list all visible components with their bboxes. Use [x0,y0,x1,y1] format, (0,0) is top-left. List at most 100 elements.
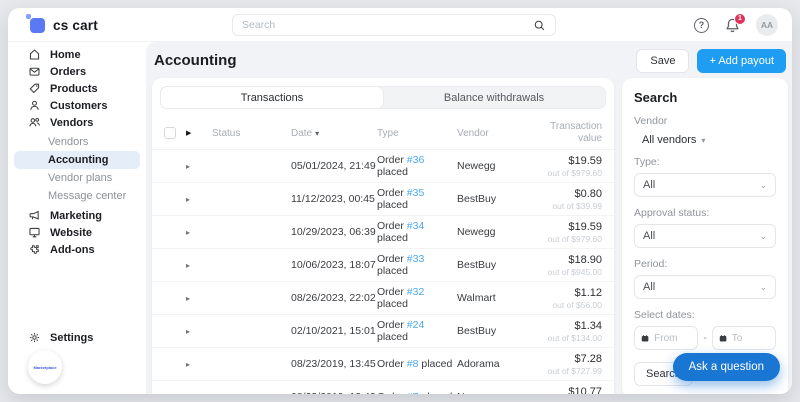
topbar-actions: ? 1 AA [694,8,778,42]
cell-date: 10/29/2023, 06:39 [291,226,377,238]
cell-type: Order #24 placed [377,319,457,343]
notifications-button[interactable]: 1 [724,17,741,34]
add-payout-button[interactable]: + Add payout [697,49,786,73]
col-transaction-value: Transactionvalue [550,121,602,146]
cell-value: $18.90out of $945.00 [548,254,602,277]
tab-bar: Transactions Balance withdrawals [160,86,606,109]
cell-date: 08/23/2019, 13:45 [291,358,377,370]
cell-type: Order #34 placed [377,220,457,244]
customers-icon [28,99,41,112]
chevron-down-icon: ▾ [701,136,705,145]
admin-window: cs cart ? 1 AA Home [8,8,792,394]
date-to-input[interactable] [732,333,769,344]
marketplace-edition-badge: Marketplace [28,350,62,384]
select-dates-label: Select dates: [634,309,776,321]
cell-type: Order #32 placed [377,286,457,310]
sidebar-item-vendors-sub[interactable]: Vendors [14,133,140,151]
cell-type: Order #35 placed [377,187,457,211]
period-label: Period: [634,258,776,270]
order-link[interactable]: #35 [407,187,425,199]
sidebar-item-vendor-plans[interactable]: Vendor plans [14,169,140,187]
chevron-down-icon: ⌄ [759,231,767,242]
global-search-input[interactable] [242,19,533,31]
cell-vendor: Newegg [457,391,522,394]
col-date[interactable]: Date▾ [291,128,377,139]
tab-transactions[interactable]: Transactions [161,87,383,108]
date-from-field[interactable] [634,326,698,350]
row-expand-icon[interactable]: ▸ [186,195,212,204]
help-icon[interactable]: ? [694,18,709,33]
cell-type: Order #7 placed [377,391,457,394]
sidebar-item-addons[interactable]: Add-ons [8,241,146,258]
sidebar-item-vendors[interactable]: Vendors [8,114,146,131]
global-search[interactable] [232,14,556,36]
sidebar: Home Orders Products Customers Vendors V… [8,42,146,394]
cell-value: $19.59out of $979.60 [548,155,602,178]
order-link[interactable]: #36 [407,154,425,166]
date-from-input[interactable] [654,333,691,344]
row-expand-icon[interactable]: ▸ [186,294,212,303]
sidebar-item-marketing[interactable]: Marketing [8,207,146,224]
main-content: Accounting Save + Add payout Transaction… [146,42,792,394]
table-row[interactable]: ▸ 10/29/2023, 06:39 Order #34 placed New… [152,215,614,248]
sidebar-item-message-center[interactable]: Message center [14,187,140,205]
calendar-icon [719,333,727,344]
cell-value: $0.80out of $39.99 [552,188,602,211]
addons-icon [28,243,41,256]
sidebar-item-settings[interactable]: Settings [8,329,146,346]
approval-status-select[interactable]: All ⌄ [634,224,776,248]
avatar[interactable]: AA [756,14,778,36]
chevron-down-icon: ⌄ [759,180,767,191]
table-row[interactable]: ▸ 08/23/2019, 13:45 Order #8 placed Ador… [152,347,614,380]
row-expand-icon[interactable]: ▸ [186,228,212,237]
vendor-label: Vendor [634,115,776,127]
sidebar-item-home[interactable]: Home [8,46,146,63]
period-select[interactable]: All ⌄ [634,275,776,299]
order-link[interactable]: #34 [407,220,425,232]
order-link[interactable]: #24 [407,319,425,331]
order-link[interactable]: #7 [407,391,419,394]
table-row[interactable]: ▸ 02/10/2021, 15:01 Order #24 placed Bes… [152,314,614,347]
row-expand-icon[interactable]: ▸ [186,261,212,270]
sidebar-item-orders[interactable]: Orders [8,63,146,80]
table-row[interactable]: ▸ 08/26/2023, 22:02 Order #32 placed Wal… [152,281,614,314]
sidebar-item-products[interactable]: Products [8,80,146,97]
order-link[interactable]: #32 [407,286,425,298]
search-icon [533,19,546,32]
website-icon [28,226,41,239]
table-row[interactable]: ▸ 10/06/2023, 18:07 Order #33 placed Bes… [152,248,614,281]
sidebar-item-customers[interactable]: Customers [8,97,146,114]
cell-value: $1.34out of $134.00 [548,320,602,343]
calendar-icon [641,333,649,344]
order-link[interactable]: #8 [407,358,419,370]
table-row[interactable]: ▸ 08/23/2019, 13:42 Order #7 placed Newe… [152,380,614,394]
col-status: Status [212,128,291,139]
brand-logo[interactable]: cs cart [30,8,98,42]
type-label: Type: [634,156,776,168]
cell-type: Order #8 placed [377,358,457,370]
cell-type: Order #36 placed [377,154,457,178]
order-link[interactable]: #33 [407,253,425,265]
date-to-field[interactable] [712,326,776,350]
cell-date: 11/12/2023, 00:45 [291,193,377,205]
row-expand-icon[interactable]: ▸ [186,393,212,395]
type-select[interactable]: All ⌄ [634,173,776,197]
gear-icon [28,331,41,344]
sidebar-item-accounting[interactable]: Accounting [14,151,140,169]
ask-question-button[interactable]: Ask a question [673,353,780,381]
cell-vendor: BestBuy [457,193,522,205]
table-header: ▶ Status Date▾ Type Vendor Transactionva… [152,117,614,149]
select-all-checkbox[interactable] [164,127,176,139]
cell-vendor: Newegg [457,226,522,238]
cell-value: $1.12out of $56.00 [552,287,602,310]
expand-all-icon[interactable]: ▶ [186,129,212,137]
tab-balance-withdrawals[interactable]: Balance withdrawals [383,87,605,108]
row-expand-icon[interactable]: ▸ [186,327,212,336]
row-expand-icon[interactable]: ▸ [186,360,212,369]
save-button[interactable]: Save [636,49,689,73]
table-row[interactable]: ▸ 11/12/2023, 00:45 Order #35 placed Bes… [152,182,614,215]
table-row[interactable]: ▸ 05/01/2024, 21:49 Order #36 placed New… [152,149,614,182]
sidebar-item-website[interactable]: Website [8,224,146,241]
row-expand-icon[interactable]: ▸ [186,162,212,171]
vendor-dropdown[interactable]: All vendors ▾ [634,134,776,146]
